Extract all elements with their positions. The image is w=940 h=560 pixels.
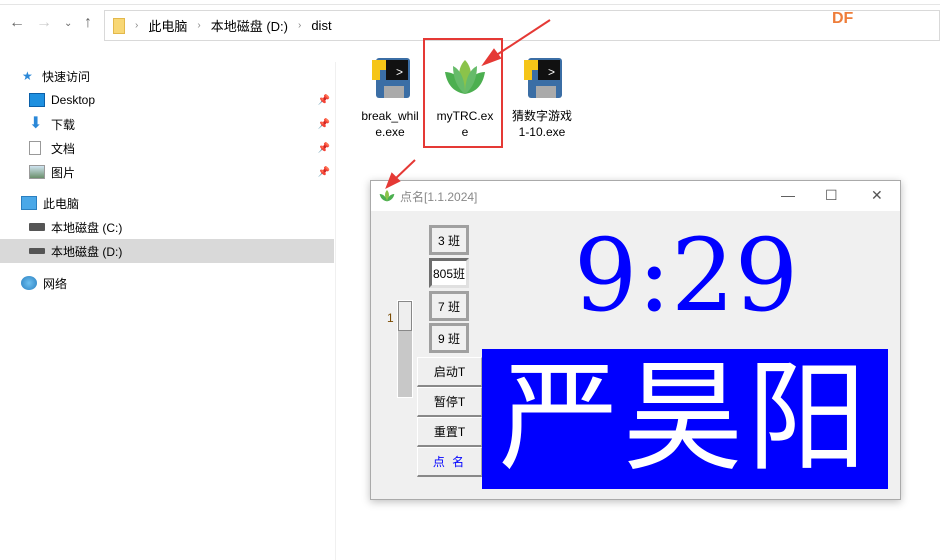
arrow-line <box>491 19 551 59</box>
annotation-arrows <box>385 19 551 190</box>
arrow-head <box>481 48 502 67</box>
arrow-line <box>393 159 416 181</box>
